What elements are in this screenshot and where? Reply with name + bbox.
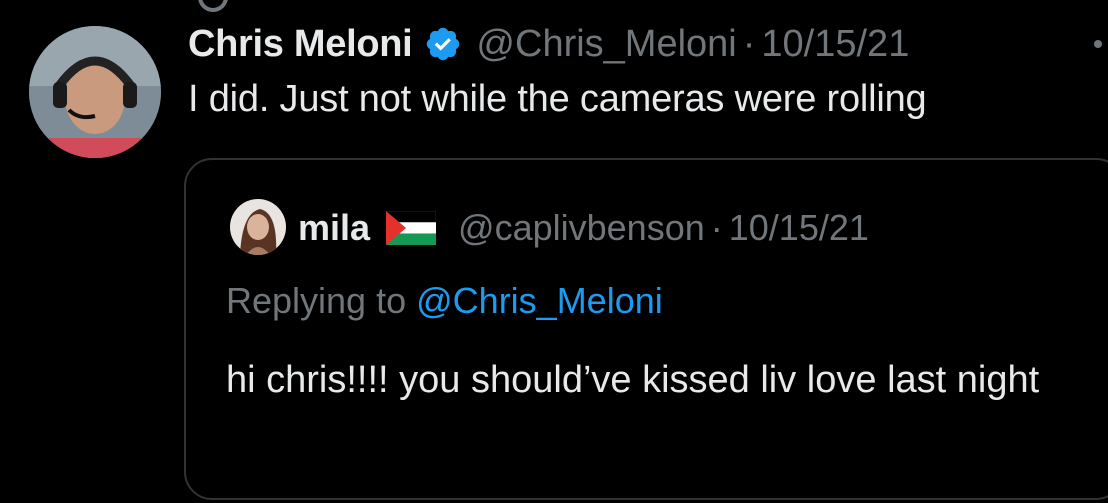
replying-to-label: Replying to (226, 280, 407, 321)
quoted-avatar-image (230, 199, 286, 255)
replying-to-mention-link[interactable]: @Chris_Meloni (416, 280, 663, 321)
avatar[interactable] (29, 26, 161, 158)
display-name[interactable]: Chris Meloni (188, 23, 413, 66)
quoted-display-name[interactable]: mila (298, 207, 370, 249)
quoted-tweet-date[interactable]: 10/15/21 (729, 207, 869, 249)
quoted-separator-dot: · (710, 207, 723, 248)
quoted-handle[interactable]: @caplivbenson (458, 207, 705, 249)
quoted-avatar[interactable] (230, 199, 286, 255)
verified-badge-icon (427, 27, 460, 61)
palestine-flag-icon (386, 211, 437, 245)
avatar-image (29, 26, 161, 158)
retweet-indicator-icon (198, 0, 228, 12)
quoted-tweet-text: hi chris!!!! you should’ve kissed liv lo… (226, 359, 1040, 401)
quoted-tweet-header: mila @caplivbenson · 10/15/21 (298, 204, 869, 252)
tweet-date[interactable]: 10/15/21 (761, 23, 909, 66)
replying-to-line: Replying to @Chris_Meloni (226, 280, 663, 322)
tweet-header: Chris Meloni @Chris_Meloni · 10/15/21 (188, 18, 909, 70)
tweet-text: I did. Just not while the cameras were r… (188, 78, 927, 120)
separator-dot: · (742, 22, 756, 65)
more-options-icon[interactable] (1094, 40, 1102, 48)
handle[interactable]: @Chris_Meloni (476, 23, 736, 66)
